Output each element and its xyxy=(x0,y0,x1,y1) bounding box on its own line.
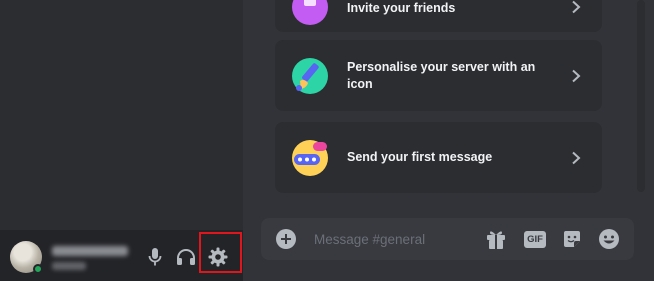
message-input[interactable] xyxy=(314,228,474,250)
scrollbar-track[interactable] xyxy=(637,0,645,192)
microphone-icon xyxy=(148,248,162,266)
card-label: Invite your friends xyxy=(347,1,456,15)
card-label: Send your first message xyxy=(347,150,493,164)
chevron-right-icon xyxy=(572,69,581,83)
card-label: Personalise your server with an icon xyxy=(347,60,536,91)
first-message-card[interactable]: Send your first message xyxy=(275,122,602,193)
upload-button[interactable] xyxy=(276,229,296,249)
user-status-blurred xyxy=(52,262,86,270)
invite-friends-icon xyxy=(292,0,328,25)
username-blurred[interactable] xyxy=(52,246,128,256)
personalise-server-card[interactable]: Personalise your server with an icon xyxy=(275,40,602,111)
gift-icon xyxy=(487,231,505,249)
personalise-server-icon xyxy=(292,58,328,94)
emoji-button[interactable] xyxy=(597,227,621,251)
microphone-button[interactable] xyxy=(144,245,166,269)
gif-icon: GIF xyxy=(524,230,546,248)
gif-button[interactable]: GIF xyxy=(521,227,549,251)
invite-friends-card[interactable]: Invite your friends xyxy=(275,0,602,32)
settings-highlight-box xyxy=(199,232,242,273)
chevron-right-icon xyxy=(572,151,581,165)
sticker-icon xyxy=(564,231,580,247)
status-online-indicator xyxy=(33,264,43,274)
headphones-button[interactable] xyxy=(175,245,197,269)
gift-button[interactable] xyxy=(484,227,508,251)
chevron-right-icon xyxy=(572,0,581,14)
first-message-icon xyxy=(292,140,328,176)
headphones-icon xyxy=(177,249,195,265)
plus-icon xyxy=(281,234,291,244)
sticker-button[interactable] xyxy=(560,227,584,251)
emoji-icon xyxy=(599,229,619,249)
